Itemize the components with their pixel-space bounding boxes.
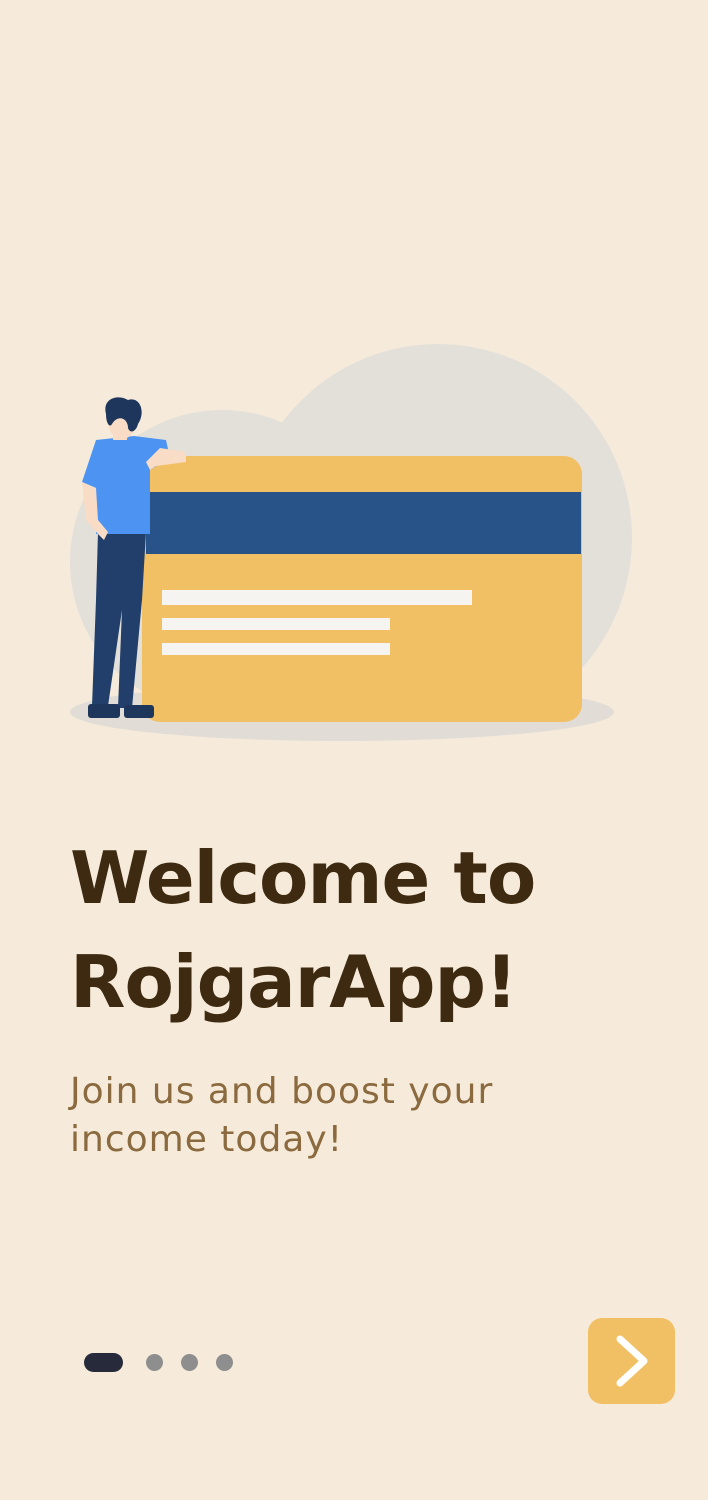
page-subtitle: Join us and boost your income today! [70,1068,670,1164]
title-line-2: RojgarApp! [70,940,518,1024]
page-indicator [84,1352,251,1372]
page-title: Welcome to RojgarApp! [70,826,670,1034]
credit-card-icon [142,456,582,722]
subtitle-line-2: income today! [70,1119,344,1160]
page-dot-2[interactable] [146,1353,163,1371]
next-button[interactable] [588,1318,675,1404]
chevron-right-icon [616,1335,647,1387]
title-line-1: Welcome to [70,836,536,920]
subtitle-line-1: Join us and boost your [70,1071,494,1112]
page-dot-4[interactable] [216,1353,233,1371]
credit-card-illustration [70,344,632,741]
page-dot-3[interactable] [181,1353,198,1371]
page-dot-1[interactable] [84,1352,123,1372]
